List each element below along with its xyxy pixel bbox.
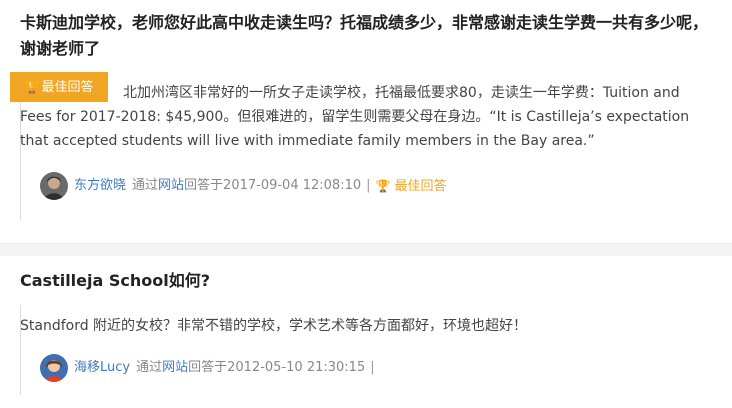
user-link[interactable]: 东方欲晓	[74, 171, 126, 201]
answered-time: 回答于2017-09-04 12:08:10	[184, 178, 362, 193]
meta-separator: |	[366, 178, 371, 193]
trophy-icon: 🏆	[375, 178, 391, 193]
best-answer-tag: 🏆 最佳回答	[376, 171, 447, 202]
question-card-2: Castilleja School如何? Standford 附近的女校？非常不…	[0, 256, 732, 408]
question-card-1: 卡斯迪加学校，老师您好此高中收走读生吗？托福成绩多少，非常感谢走读生学费一共有多…	[0, 0, 732, 243]
via-prefix: 通过	[132, 178, 159, 193]
answer-text: 北加州湾区非常好的一所女子走读学校，托福最低要求80，走读生一年学费：Tuiti…	[20, 85, 690, 149]
avatar[interactable]	[40, 172, 68, 200]
answer-meta: 海移Lucy 通过 网站 回答于2012-05-10 21:30:15 |	[40, 353, 380, 383]
via-site-link[interactable]: 网站	[162, 353, 188, 383]
meta-separator: |	[370, 360, 375, 375]
via-prefix: 通过	[136, 360, 163, 375]
question-title[interactable]: 卡斯迪加学校，老师您好此高中收走读生吗？托福成绩多少，非常感谢走读生学费一共有多…	[20, 10, 720, 62]
avatar[interactable]	[40, 354, 68, 382]
section-divider	[0, 243, 732, 256]
user-link[interactable]: 海移Lucy	[74, 353, 130, 383]
question-title[interactable]: Castilleja School如何?	[20, 268, 720, 294]
best-answer-tag-label: 最佳回答	[394, 178, 447, 194]
via-site-link[interactable]: 网站	[158, 171, 184, 201]
answer-meta: 东方欲晓 通过 网站 回答于2017-09-04 12:08:10 | 🏆 最佳回答	[40, 171, 446, 201]
answered-time: 回答于2012-05-10 21:30:15	[188, 360, 366, 375]
answer-text: Standford 附近的女校？非常不错的学校，学术艺术等各方面都好，环境也超好…	[20, 318, 528, 334]
